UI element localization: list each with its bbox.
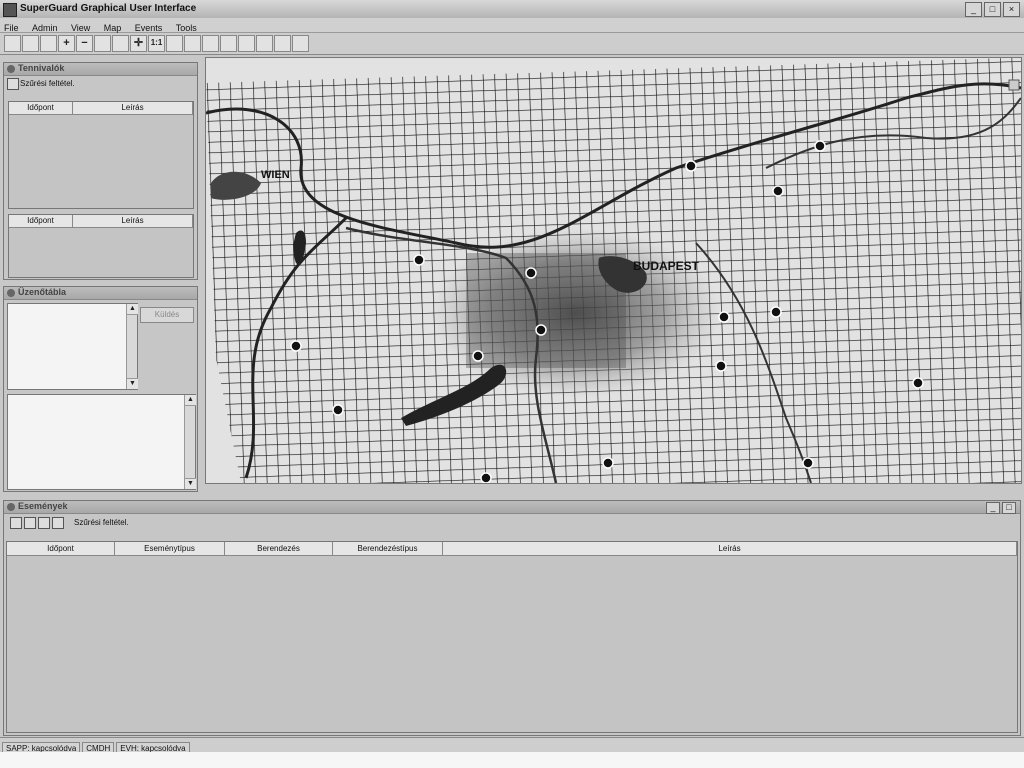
menu-map[interactable]: Map [100,22,127,33]
tasks-filter-label: Szűrési feltétel. [20,79,75,88]
zoom-rect-icon[interactable] [112,35,129,52]
column-header-description[interactable]: Leírás [73,102,193,114]
station-marker[interactable] [602,457,614,469]
message-history: ▲ ▼ [7,394,196,490]
map-view[interactable]: WIEN BUDAPEST [205,57,1022,484]
station-marker[interactable] [718,311,730,323]
station-marker[interactable] [770,306,782,318]
pencil-icon[interactable] [220,35,237,52]
column-header-device[interactable]: Berendezés [225,542,333,555]
table-icon[interactable] [4,35,21,52]
column-header-time[interactable]: Időpont [9,215,73,227]
messages-title: Üzenőtábla [18,287,67,297]
station-marker[interactable] [290,340,302,352]
events-filter[interactable]: Szűrési feltétel. [4,514,1020,532]
column-header-description[interactable]: Leírás [73,215,193,227]
station-marker[interactable] [814,140,826,152]
station-marker[interactable] [480,472,492,483]
tasks-filter[interactable]: Szűrési feltétel. [4,76,197,91]
map-label-wien: WIEN [261,169,290,181]
app-icon [3,3,17,17]
panel-minimize-button[interactable]: _ [986,502,1000,514]
tower-icon[interactable] [274,35,291,52]
events-panel-title: Események [4,501,1020,514]
tasks-table: Időpont Leírás [8,101,194,209]
menu-view[interactable]: View [67,22,95,33]
marker-icon[interactable] [238,35,255,52]
scroll-up-icon[interactable]: ▲ [185,395,196,406]
menu-tools[interactable]: Tools [172,22,202,33]
menu-bar: File Admin View Map Events Tools [0,18,1024,33]
maximize-button[interactable]: □ [984,2,1001,17]
send-button[interactable]: Küldés [140,307,194,323]
map-canvas[interactable]: WIEN BUDAPEST [206,58,1021,483]
bottom-margin [0,752,1024,768]
panel-icon [7,503,15,511]
pan-icon[interactable]: ✛ [130,35,147,52]
column-header-device-type[interactable]: Berendezéstípus [333,542,443,555]
column-header-time[interactable]: Időpont [7,542,115,555]
map-label-budapest: BUDAPEST [633,259,700,273]
station-marker[interactable] [472,350,484,362]
menu-admin[interactable]: Admin [28,22,63,33]
tasks-panel-title: Tennivalók [4,63,197,76]
printer-icon[interactable] [24,517,36,529]
export-icon[interactable] [38,517,50,529]
layer-icon[interactable] [256,35,273,52]
tasks-title: Tennivalók [18,63,65,73]
tower-icon[interactable] [292,35,309,52]
magnifier-icon[interactable] [166,35,183,52]
messages-panel: Üzenőtábla ▲ ▼ Küldés ▲ ▼ [3,286,198,492]
message-input[interactable]: ▲ ▼ [7,303,138,390]
column-header-event-type[interactable]: Eseménytípus [115,542,225,555]
globe-icon[interactable] [40,35,57,52]
map-close-icon[interactable] [1008,79,1020,91]
station-marker[interactable] [535,324,547,336]
table-icon[interactable] [22,35,39,52]
tasks-table-secondary: Időpont Leírás [8,214,194,278]
shape-icon[interactable] [184,35,201,52]
column-header-time[interactable]: Időpont [9,102,73,114]
panel-icon [7,289,15,297]
menu-file[interactable]: File [0,22,24,33]
shape-icon[interactable] [202,35,219,52]
events-panel: Események _ □ Szűrési feltétel. Időpont … [3,500,1021,736]
station-marker[interactable] [772,185,784,197]
events-table: Időpont Eseménytípus Berendezés Berendez… [6,541,1018,733]
one-to-one-icon[interactable]: 1:1 [148,35,165,52]
minimize-button[interactable]: _ [965,2,982,17]
filter-icon[interactable] [7,78,19,90]
lock-icon[interactable] [10,517,22,529]
station-marker[interactable] [802,457,814,469]
station-marker[interactable] [912,377,924,389]
station-marker[interactable] [413,254,425,266]
window-title: SuperGuard Graphical User Interface [20,3,197,14]
station-marker[interactable] [715,360,727,372]
scroll-down-icon[interactable]: ▼ [127,378,138,389]
toolbar: + − ✛ 1:1 [0,33,1024,55]
status-bar: SAPP: kapcsolódva CMDH EVH: kapcsolódva [0,737,1024,756]
zoom-in-icon[interactable]: + [58,35,75,52]
scroll-down-icon[interactable]: ▼ [185,478,196,489]
station-marker[interactable] [685,160,697,172]
column-header-description[interactable]: Leírás [443,542,1017,555]
message-input-scrollbar[interactable]: ▲ ▼ [126,304,138,389]
message-history-scrollbar[interactable]: ▲ ▼ [184,395,196,489]
zoom-out-icon[interactable]: − [76,35,93,52]
menu-events[interactable]: Events [131,22,168,33]
close-button[interactable]: × [1003,2,1020,17]
panel-icon [7,65,15,73]
station-marker[interactable] [332,404,344,416]
station-marker[interactable] [525,267,537,279]
title-bar: SuperGuard Graphical User Interface _ □ … [0,0,1024,19]
refresh-icon[interactable] [52,517,64,529]
messages-panel-title: Üzenőtábla [4,287,197,300]
panel-restore-button[interactable]: □ [1002,502,1016,514]
scroll-up-icon[interactable]: ▲ [127,304,138,315]
tasks-panel: Tennivalók Szűrési feltétel. Időpont Leí… [3,62,198,280]
events-title: Események [18,501,68,511]
events-filter-label: Szűrési feltétel. [74,518,129,527]
zoom-area-icon[interactable] [94,35,111,52]
